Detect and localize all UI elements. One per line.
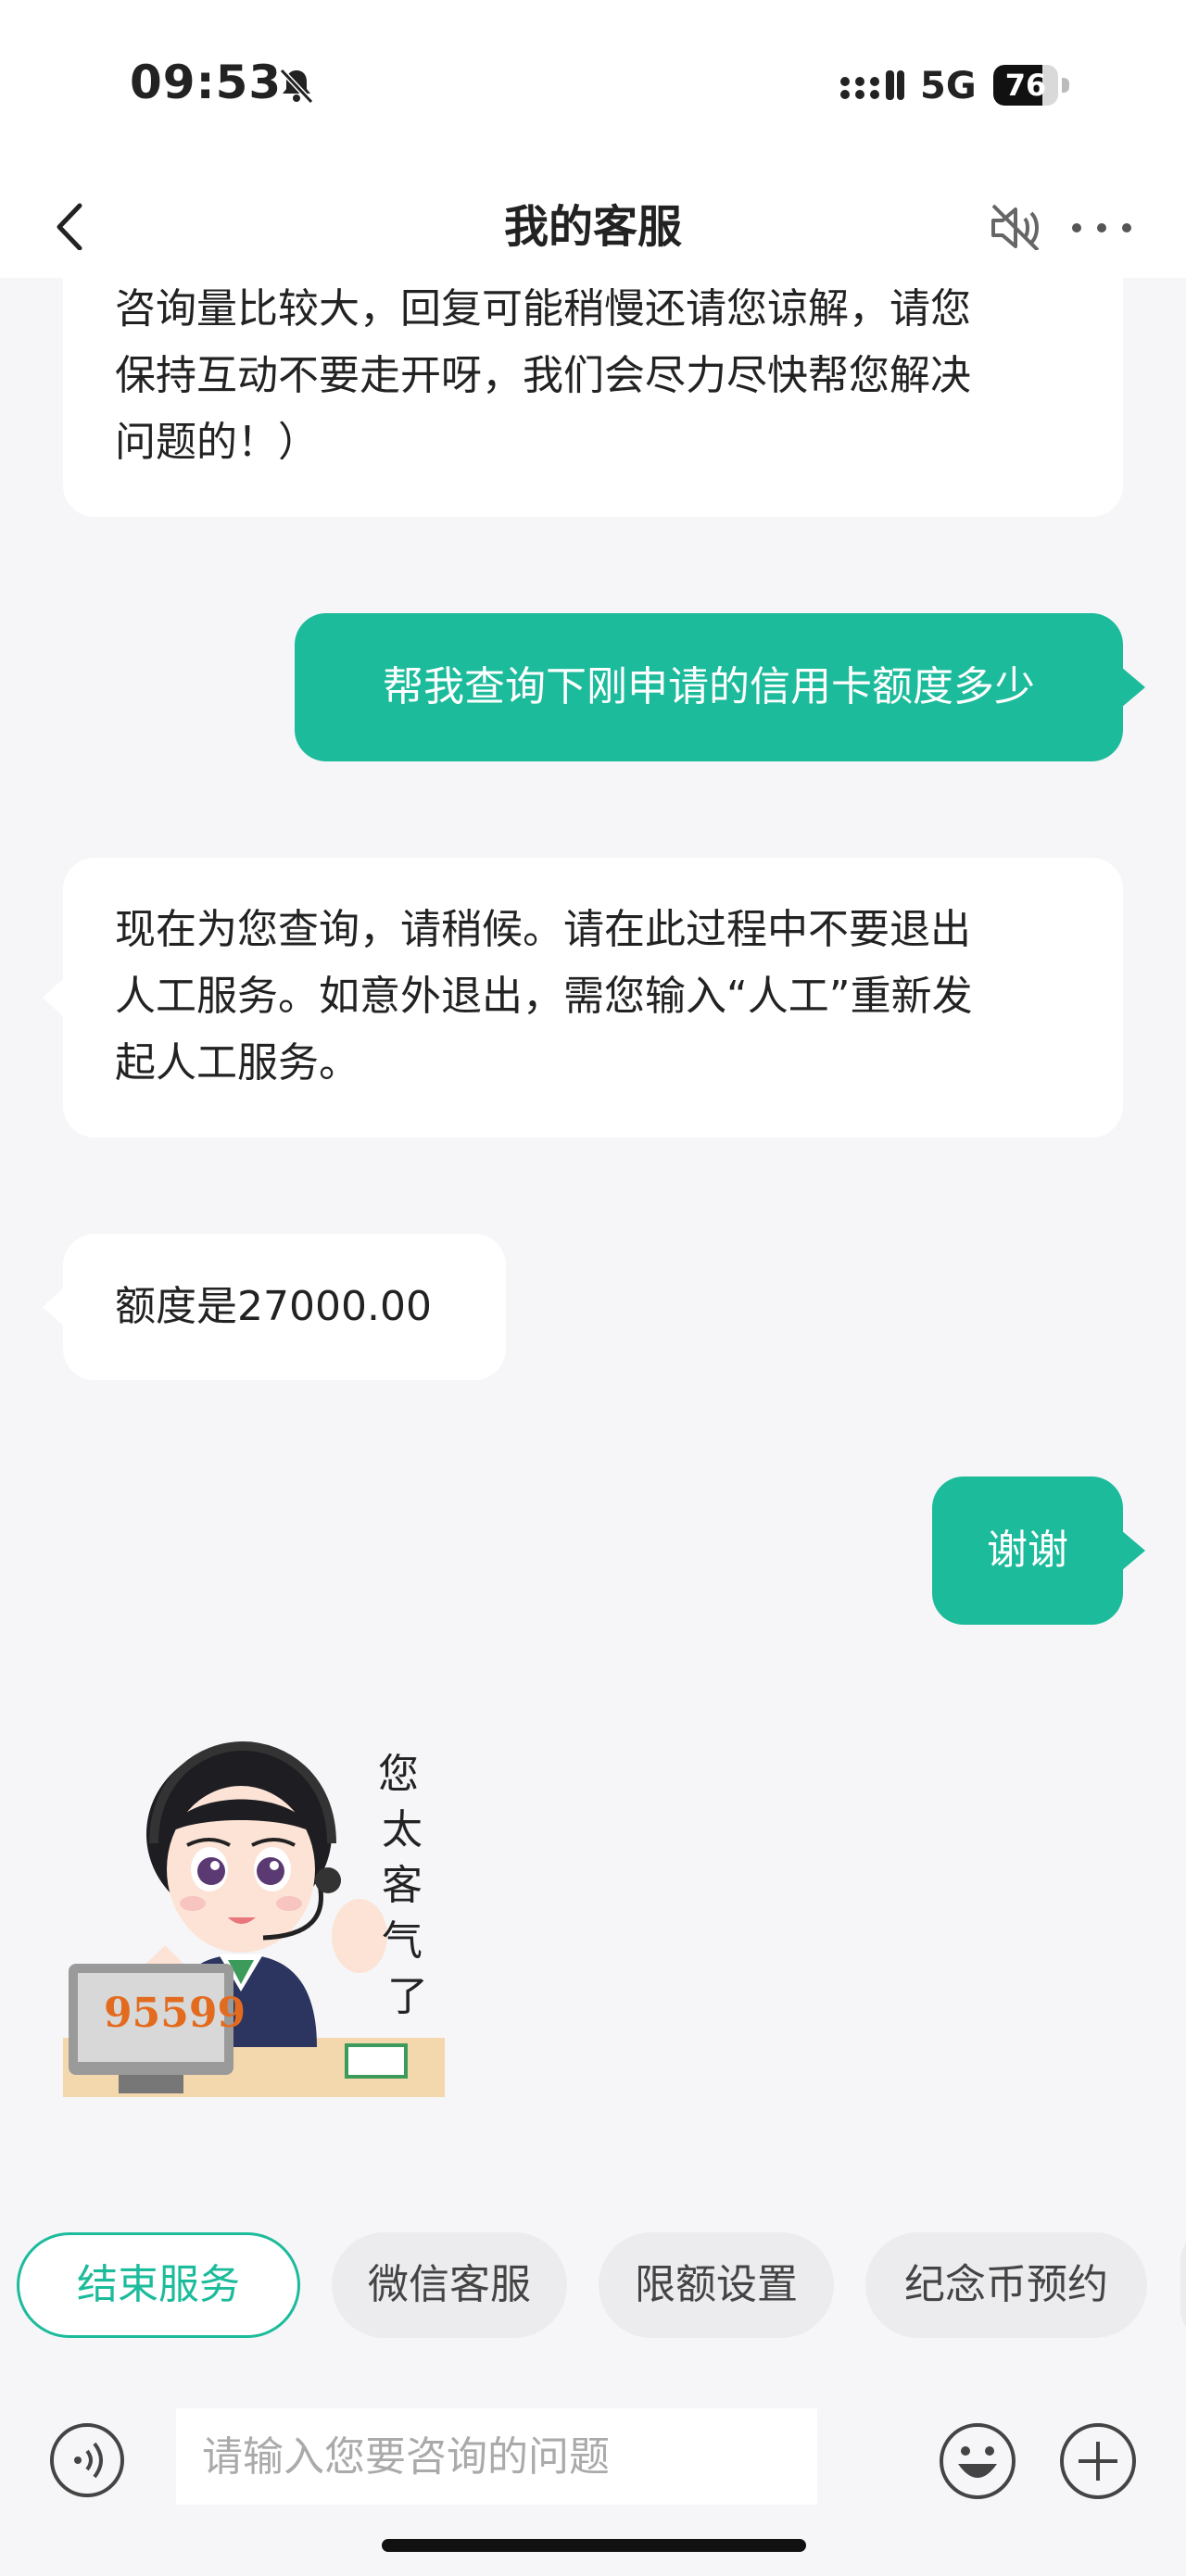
user-message: 谢谢 (932, 1476, 1145, 1625)
cellular-signal-icon (840, 70, 904, 100)
message-line: 保持互动不要走开呀，我们会尽力尽快帮您解决 (115, 352, 971, 399)
bell-off-icon (279, 68, 314, 105)
status-bar: 09:53 5G 76 (0, 0, 1186, 176)
battery-icon: 76 (993, 65, 1071, 106)
message-line: 咨询量比较大，回复可能稍慢还请您谅解，请您 (115, 285, 971, 333)
speaker-mute-icon[interactable] (988, 202, 1043, 254)
home-indicator[interactable] (382, 2539, 806, 2552)
limit-settings-button[interactable]: 限额设置 (599, 2232, 834, 2338)
agent-sticker-image: 95599 您 太 客 气 了 (63, 1741, 445, 2097)
wechat-service-button[interactable]: 微信客服 (332, 2232, 567, 2338)
more-options-icon[interactable] (1071, 217, 1132, 239)
svg-text:气: 气 (382, 1917, 423, 1965)
agent-message: 咨询量比较大，回复可能稍慢还请您谅解，请您 保持互动不要走开呀，我们会尽力尽快帮… (63, 250, 1123, 517)
message-line: 现在为您查询，请稍候。请在此过程中不要退出 (115, 906, 971, 953)
emoji-icon[interactable] (938, 2421, 1017, 2501)
message-line: 问题的！） (115, 419, 319, 466)
message-line: 人工服务。如意外退出，需您输入“人工”重新发 (115, 973, 973, 1020)
battery-percent: 76 (1004, 68, 1047, 103)
svg-text:太: 太 (382, 1806, 423, 1853)
svg-text:了: 了 (387, 1973, 428, 2020)
sticker-logo-text: 95599 (104, 1990, 246, 2037)
user-message: 帮我查询下刚申请的信用卡额度多少 (295, 613, 1145, 761)
coin-reservation-button[interactable]: 纪念币预约 (865, 2232, 1147, 2338)
svg-text:客: 客 (382, 1862, 423, 1909)
end-service-button[interactable]: 结束服务 (17, 2232, 300, 2338)
quick-action-bar: 结束服务 微信客服 限额设置 纪念币预约 (0, 2232, 1186, 2340)
plus-icon[interactable] (1058, 2421, 1138, 2501)
agent-message: 现在为您查询，请稍候。请在此过程中不要退出 人工服务。如意外退出，需您输入“人工… (43, 858, 1123, 1137)
status-time: 09:53 (130, 56, 283, 109)
message-text: 额度是27000.00 (115, 1283, 432, 1330)
message-line: 起人工服务。 (115, 1039, 360, 1087)
message-text: 谢谢 (987, 1527, 1068, 1574)
message-text: 帮我查询下刚申请的信用卡额度多少 (383, 663, 1035, 710)
network-type: 5G (920, 65, 977, 107)
more-quick-action-chip[interactable] (1180, 2232, 1186, 2338)
voice-input-icon[interactable] (48, 2421, 126, 2499)
agent-message: 额度是27000.00 (43, 1234, 506, 1380)
message-input[interactable] (176, 2408, 817, 2505)
svg-text:您: 您 (378, 1751, 419, 1798)
sticker-caption: 您 太 客 气 了 (378, 1751, 428, 2020)
